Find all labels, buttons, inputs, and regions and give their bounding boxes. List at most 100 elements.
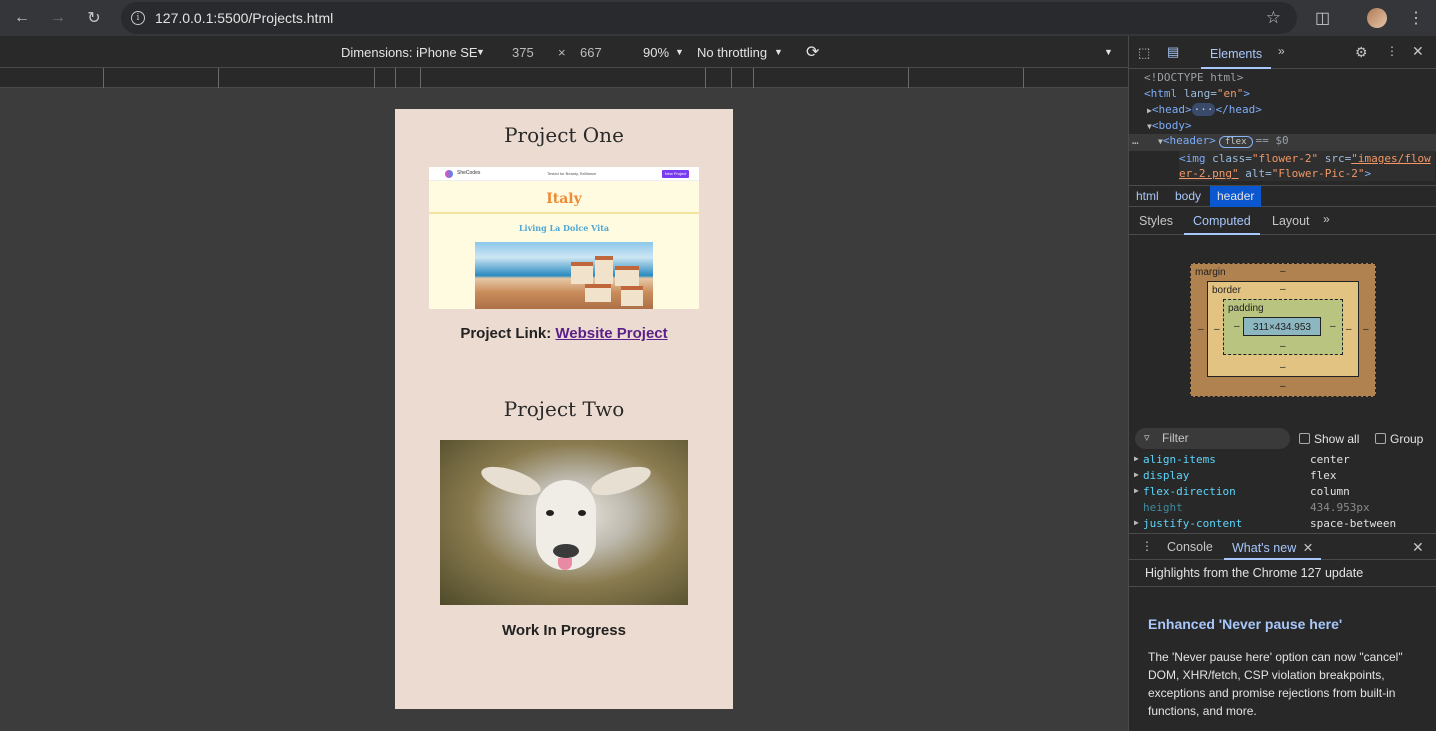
breadcrumb-html[interactable]: html bbox=[1136, 189, 1159, 203]
italy-town-image bbox=[475, 242, 653, 309]
tab-whats-new[interactable]: What's new ✕ bbox=[1224, 534, 1322, 560]
height-input[interactable]: 667 bbox=[580, 45, 602, 60]
chevron-down-icon[interactable]: ▼ bbox=[476, 47, 485, 57]
dom-body[interactable]: ▼<body> bbox=[1147, 119, 1436, 132]
more-options-icon[interactable]: ▼ bbox=[1104, 47, 1113, 57]
whats-new-title[interactable]: Enhanced 'Never pause here' bbox=[1148, 616, 1436, 632]
device-page: Project One SheCodes Tested for Beauty, … bbox=[395, 109, 733, 709]
url-text[interactable]: 127.0.0.1:5500/Projects.html bbox=[155, 10, 333, 26]
dom-header-selected[interactable]: … ▼<header> flex == $0 bbox=[1129, 134, 1436, 151]
breadcrumb-header[interactable]: header bbox=[1210, 186, 1262, 207]
close-tab-icon: ✕ bbox=[1302, 541, 1314, 555]
styles-tabbar: Styles Computed Layout » bbox=[1129, 208, 1436, 235]
highlights-text: Highlights from the Chrome 127 update bbox=[1145, 566, 1364, 580]
filter-input[interactable]: ▿ Filter bbox=[1135, 428, 1290, 449]
reload-icon[interactable]: ↻ bbox=[76, 0, 112, 36]
address-bar[interactable]: i 127.0.0.1:5500/Projects.html ☆ bbox=[121, 2, 1297, 34]
close-drawer-icon[interactable]: ✕ bbox=[1412, 539, 1424, 556]
box-model-content[interactable]: 311×434.953 bbox=[1243, 317, 1321, 336]
box-model-margin[interactable]: margin – – – – border – – – – padding – … bbox=[1190, 263, 1376, 397]
viewport-area: Dimensions: iPhone SE ▼ 375 × 667 90% ▼ … bbox=[0, 36, 1128, 731]
tab-elements[interactable]: Elements bbox=[1201, 36, 1272, 69]
devtools-menu-icon[interactable]: ⋮ bbox=[1386, 44, 1398, 58]
shot-subheading: Living La Dolce Vita bbox=[518, 223, 610, 233]
tab-computed[interactable]: Computed bbox=[1184, 208, 1260, 235]
work-in-progress-text: Work In Progress bbox=[502, 622, 626, 639]
inspect-icon[interactable]: ⬚ bbox=[1138, 45, 1150, 61]
project-two-title: Project Two bbox=[503, 397, 625, 421]
expand-triangle-icon[interactable]: ▶ bbox=[1134, 454, 1139, 463]
logo-icon bbox=[445, 170, 453, 178]
close-devtools-icon[interactable]: ✕ bbox=[1412, 43, 1424, 60]
device-toggle-icon[interactable]: ▤ bbox=[1167, 44, 1179, 60]
shot-new-project: New Project bbox=[662, 170, 689, 178]
breadcrumb-body[interactable]: body bbox=[1175, 189, 1201, 203]
computed-property-row[interactable]: height 434.953px bbox=[1129, 501, 1436, 517]
rotate-icon[interactable]: ⟳ bbox=[806, 42, 819, 62]
project-one-title: Project One bbox=[504, 123, 624, 147]
computed-property-row[interactable]: ▶ justify-content space-between bbox=[1129, 517, 1436, 533]
devtools-panel: ⬚ ▤ Elements » ⚙ ⋮ ✕ <!DOCTYPE html> <ht… bbox=[1128, 36, 1436, 731]
tab-styles[interactable]: Styles bbox=[1139, 214, 1173, 228]
property-name: justify-content bbox=[1143, 517, 1243, 530]
project-link-label: Project Link: bbox=[460, 325, 556, 342]
bookmark-star-icon[interactable]: ☆ bbox=[1266, 8, 1281, 28]
property-value: space-between bbox=[1310, 517, 1397, 530]
forward-arrow-icon[interactable]: → bbox=[40, 0, 76, 36]
more-tabs-icon[interactable]: » bbox=[1323, 212, 1330, 226]
settings-gear-icon[interactable]: ⚙ bbox=[1355, 44, 1368, 61]
property-name: flex-direction bbox=[1143, 485, 1236, 498]
property-value: column bbox=[1310, 485, 1350, 498]
dom-doctype[interactable]: <!DOCTYPE html> bbox=[1144, 71, 1436, 84]
zoom-dropdown[interactable]: 90% bbox=[643, 45, 669, 60]
site-info-icon[interactable]: i bbox=[131, 11, 145, 25]
dom-head[interactable]: ▶<head> ··· </head> bbox=[1147, 103, 1436, 116]
drawer-menu-icon[interactable]: ⋮ bbox=[1141, 539, 1153, 553]
property-value: center bbox=[1310, 453, 1350, 466]
tab-console[interactable]: Console bbox=[1167, 540, 1213, 554]
more-tabs-icon[interactable]: » bbox=[1278, 44, 1285, 58]
throttling-dropdown[interactable]: No throttling bbox=[697, 45, 767, 60]
box-model-padding[interactable]: padding – – – 311×434.953 bbox=[1223, 299, 1343, 355]
filter-placeholder: Filter bbox=[1162, 431, 1189, 445]
filter-icon: ▿ bbox=[1144, 432, 1150, 444]
dimensions-dropdown[interactable]: Dimensions: iPhone SE bbox=[341, 45, 478, 60]
media-query-ruler[interactable] bbox=[0, 68, 1128, 88]
whats-new-body: The 'Never pause here' option can now "c… bbox=[1148, 650, 1403, 718]
shot-brand: SheCodes bbox=[457, 170, 481, 176]
group-checkbox[interactable]: Group bbox=[1375, 432, 1423, 446]
shot-heading: Italy bbox=[546, 191, 582, 207]
expand-triangle-icon[interactable]: ▶ bbox=[1134, 486, 1139, 495]
property-name: height bbox=[1143, 501, 1183, 514]
profile-avatar[interactable] bbox=[1367, 8, 1387, 28]
computed-property-row[interactable]: ▶ display flex bbox=[1129, 469, 1436, 485]
project-link-line: Project Link: Website Project bbox=[395, 325, 733, 342]
goat-image bbox=[440, 440, 688, 605]
flex-badge[interactable]: flex bbox=[1218, 136, 1253, 148]
browser-toolbar: ← → ↻ i 127.0.0.1:5500/Projects.html ☆ ◫… bbox=[0, 0, 1436, 36]
computed-property-row[interactable]: ▶ flex-direction column bbox=[1129, 485, 1436, 501]
chevron-down-icon[interactable]: ▼ bbox=[675, 47, 684, 57]
project-one-screenshot: SheCodes Tested for Beauty, Brilliance N… bbox=[429, 167, 699, 309]
property-name: align-items bbox=[1143, 453, 1216, 466]
dom-img[interactable]: <img class="flower-2" src="images/flow er… bbox=[1179, 151, 1435, 181]
show-all-checkbox[interactable]: Show all bbox=[1299, 432, 1359, 446]
tab-layout[interactable]: Layout bbox=[1272, 214, 1310, 228]
expand-triangle-icon[interactable]: ▶ bbox=[1134, 518, 1139, 527]
width-input[interactable]: 375 bbox=[512, 45, 534, 60]
property-name: display bbox=[1143, 469, 1190, 482]
browser-menu-icon[interactable]: ⋮ bbox=[1408, 8, 1424, 28]
dom-html[interactable]: <html lang="en"> bbox=[1144, 87, 1436, 100]
property-value: 434.953px bbox=[1310, 501, 1370, 514]
back-arrow-icon[interactable]: ← bbox=[4, 0, 40, 36]
extensions-icon[interactable]: ◫ bbox=[1315, 8, 1330, 28]
box-model-border[interactable]: border – – – – padding – – – 311×434.953 bbox=[1207, 281, 1359, 377]
device-toolbar: Dimensions: iPhone SE ▼ 375 × 667 90% ▼ … bbox=[0, 36, 1128, 68]
website-project-link[interactable]: Website Project bbox=[555, 325, 667, 342]
breadcrumb: html body header bbox=[1129, 185, 1436, 207]
shot-nav-text: Tested for Beauty, Brilliance bbox=[547, 171, 597, 176]
devtools-tabbar: ⬚ ▤ Elements » ⚙ ⋮ ✕ bbox=[1129, 36, 1436, 69]
expand-triangle-icon[interactable]: ▶ bbox=[1134, 470, 1139, 479]
computed-property-row[interactable]: ▶ align-items center bbox=[1129, 453, 1436, 469]
chevron-down-icon[interactable]: ▼ bbox=[774, 47, 783, 57]
